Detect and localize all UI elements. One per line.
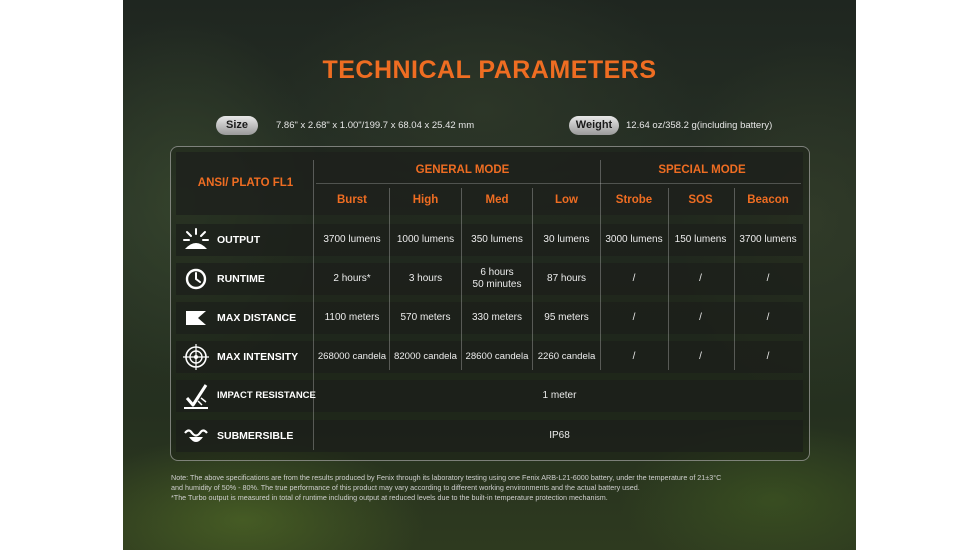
impact-resistance-value: 1 meter: [542, 390, 577, 401]
table-cell: 95 meters: [544, 312, 589, 323]
table-cell: /: [632, 351, 636, 362]
burst-light-icon: [183, 228, 209, 249]
row-label-output: OUTPUT: [217, 234, 261, 246]
table-cell: 150 lumens: [674, 234, 727, 245]
table-cell: 350 lumens: [471, 234, 523, 245]
special-mode-divider: [601, 183, 801, 184]
table-cell: 2260 candela: [537, 351, 596, 362]
submersible-value: IP68: [549, 430, 570, 441]
beam-distance-icon: [186, 311, 206, 325]
general-mode-header: GENERAL MODE: [415, 164, 510, 176]
table-cell: /: [699, 273, 702, 284]
table-cell: 3 hours: [408, 273, 443, 284]
mode-header-burst: Burst: [336, 194, 368, 206]
table-cell: /: [632, 273, 636, 284]
table-cell: 268000 candela: [317, 351, 387, 362]
row-label-max-distance: MAX DISTANCE: [217, 312, 297, 324]
table-cell: 1100 meters: [324, 312, 380, 323]
mode-header-high: High: [412, 194, 439, 206]
table-cell: /: [766, 312, 770, 323]
general-mode-divider: [316, 183, 601, 184]
weight-value: 12.64 oz/358.2 g(including battery): [626, 120, 773, 131]
table-cell: 2 hours*: [333, 273, 371, 284]
product-spec-panel: TECHNICAL PARAMETERS Size 7.86" x 2.68" …: [123, 0, 856, 550]
table-cell: 28600 candela: [465, 351, 529, 362]
table-cell: 570 meters: [400, 312, 451, 323]
mode-header-beacon: Beacon: [747, 194, 789, 206]
size-label-badge: Size: [216, 116, 258, 135]
weight-label-badge: Weight: [569, 116, 619, 135]
mode-header-low: Low: [555, 194, 578, 206]
table-cell: 3700 lumens: [323, 234, 381, 245]
standard-header: ANSI/ PLATO FL1: [197, 177, 294, 189]
table-cell: 6 hours 50 minutes: [472, 267, 522, 290]
table-cell: 82000 candela: [394, 351, 457, 362]
table-cell: /: [766, 351, 770, 362]
clock-icon: [185, 268, 207, 290]
row-label-submersible: SUBMERSIBLE: [217, 430, 294, 442]
row-label-runtime: RUNTIME: [217, 273, 265, 285]
table-cell: 3700 lumens: [739, 234, 797, 245]
footnote-line: *The Turbo output is measured in total o…: [171, 493, 608, 502]
size-value: 7.86" x 2.68" x 1.00"/199.7 x 68.04 x 25…: [276, 120, 475, 131]
mode-header-med: Med: [485, 194, 509, 206]
table-cell: /: [699, 312, 702, 323]
table-cell: /: [632, 312, 636, 323]
footnote-line: and humidity of 50% - 80%. The true perf…: [171, 483, 640, 492]
table-cell: 30 lumens: [543, 234, 590, 245]
mode-header-strobe: Strobe: [615, 194, 653, 206]
footnote-line: Note: The above specifications are from …: [171, 473, 722, 482]
water-splash-icon: [184, 429, 208, 442]
row-label-impact-resistance: IMPACT RESISTANCE: [217, 390, 316, 401]
impact-check-icon: [184, 384, 208, 409]
mode-header-sos: SOS: [688, 194, 713, 206]
table-cell: 3000 lumens: [605, 234, 663, 245]
table-cell: 330 meters: [471, 312, 523, 323]
table-cell: /: [766, 273, 770, 284]
table-cell: /: [699, 351, 702, 362]
table-cell: 87 hours: [547, 273, 586, 284]
special-mode-header: SPECIAL MODE: [658, 164, 746, 176]
row-label-max-intensity: MAX INTENSITY: [217, 351, 299, 363]
target-icon: [183, 344, 209, 370]
page-title: TECHNICAL PARAMETERS: [322, 56, 657, 84]
table-cell: 1000 lumens: [396, 234, 455, 245]
footnote: Note: The above specifications are from …: [171, 473, 816, 503]
